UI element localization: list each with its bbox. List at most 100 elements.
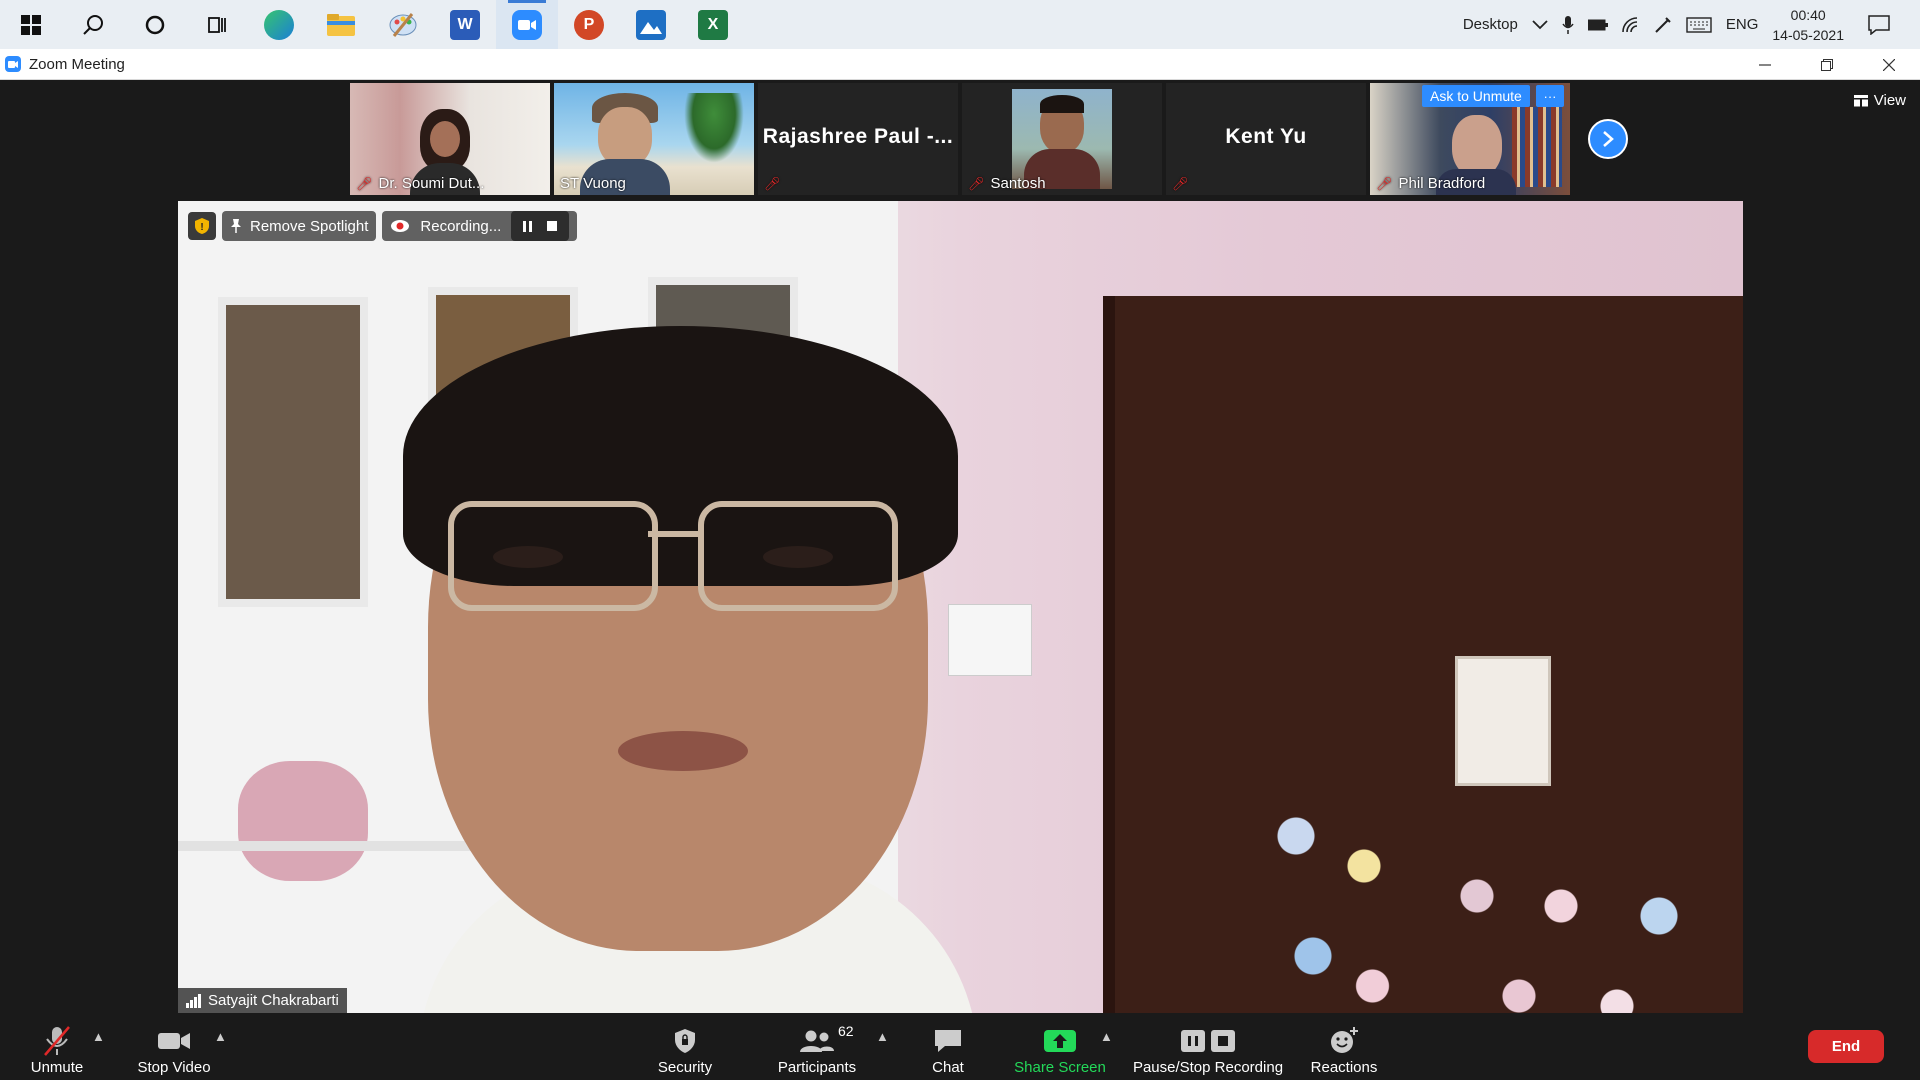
zoom-logo-icon xyxy=(5,56,21,72)
battery-icon[interactable] xyxy=(1587,19,1608,31)
active-speaker-video[interactable]: ! Remove Spotlight Recording... Satyajit… xyxy=(178,201,1743,1013)
svg-text:!: ! xyxy=(200,222,203,233)
clock-date: 14-05-2021 xyxy=(1772,26,1844,43)
system-tray: Desktop ENG 00:40 14-05-2021 xyxy=(1463,0,1920,49)
participant-tile[interactable]: 🎤︎ Santosh xyxy=(962,83,1162,195)
participants-count: 62 xyxy=(838,1023,854,1039)
security-shield-icon[interactable]: ! xyxy=(188,212,216,240)
mic-muted-icon: 🎤︎ xyxy=(968,175,985,191)
next-page-button[interactable] xyxy=(1588,119,1628,159)
zoom-icon[interactable] xyxy=(496,0,558,49)
language-indicator[interactable]: ENG xyxy=(1726,16,1759,33)
reactions-label: Reactions xyxy=(1310,1059,1378,1076)
video-overlay-controls: ! Remove Spotlight Recording... xyxy=(188,211,578,241)
chat-bubble-icon xyxy=(935,1030,961,1052)
participant-name-label: 🎤︎ Phil Bradford xyxy=(1376,175,1486,192)
participant-video xyxy=(1012,89,1112,189)
ask-to-unmute-button[interactable]: Ask to Unmute xyxy=(1422,85,1530,107)
stop-icon xyxy=(1211,1030,1235,1052)
stop-video-label: Stop Video xyxy=(137,1059,211,1076)
desktop-label[interactable]: Desktop xyxy=(1463,16,1518,33)
chevron-down-icon[interactable] xyxy=(1532,19,1548,30)
edge-icon[interactable] xyxy=(248,0,310,49)
participant-tile[interactable]: ST Vuong xyxy=(554,83,754,195)
restore-button[interactable] xyxy=(1796,49,1858,80)
unmute-button[interactable]: Unmute xyxy=(22,1013,92,1080)
stop-icon[interactable] xyxy=(547,221,558,231)
meeting-area: View 🎤︎ Dr. Soumi Dut... ST Vuong Rajash… xyxy=(0,80,1920,1013)
word-icon[interactable]: W xyxy=(434,0,496,49)
windows-taskbar: W P X Desktop ENG 00:40 14-05-2021 xyxy=(0,0,1920,49)
mic-muted-icon: 🎤︎ xyxy=(764,176,781,191)
search-icon[interactable] xyxy=(62,0,124,49)
recording-controls xyxy=(511,211,570,241)
cortana-icon[interactable] xyxy=(124,0,186,49)
more-options-button[interactable]: ··· xyxy=(1536,85,1564,107)
meeting-toolbar: Unmute ▲ Stop Video ▲ Security Participa… xyxy=(0,1013,1920,1080)
participant-name-label: 🎤︎ Dr. Soumi Dut... xyxy=(356,175,485,192)
window-title: Zoom Meeting xyxy=(29,55,125,73)
participant-tile[interactable]: Ask to Unmute ··· 🎤︎ Phil Bradford xyxy=(1370,83,1570,195)
pause-icon[interactable] xyxy=(523,220,533,232)
video-options-caret[interactable]: ▲ xyxy=(214,1029,227,1044)
participant-tile[interactable]: 🎤︎ Dr. Soumi Dut... xyxy=(350,83,550,195)
microphone-icon[interactable] xyxy=(1562,15,1574,34)
microphone-muted-icon xyxy=(44,1026,70,1056)
reactions-button[interactable]: Reactions xyxy=(1304,1013,1384,1080)
chat-button[interactable]: Chat xyxy=(918,1013,978,1080)
security-button[interactable]: Security xyxy=(650,1013,720,1080)
powerpoint-icon[interactable]: P xyxy=(558,0,620,49)
clock[interactable]: 00:40 14-05-2021 xyxy=(1772,5,1844,45)
participant-name-large: Rajashree Paul -... xyxy=(762,125,954,148)
smiley-icon xyxy=(1331,1027,1358,1053)
participant-tile[interactable]: Rajashree Paul -... 🎤︎ xyxy=(758,83,958,195)
unmute-label: Unmute xyxy=(30,1059,84,1076)
pause-stop-recording-button[interactable]: Pause/Stop Recording xyxy=(1128,1013,1288,1080)
end-meeting-button[interactable]: End xyxy=(1808,1030,1884,1063)
mic-muted-icon: 🎤︎ xyxy=(1172,176,1189,191)
close-button[interactable] xyxy=(1858,49,1920,80)
excel-icon[interactable]: X xyxy=(682,0,744,49)
window-controls xyxy=(1734,49,1920,80)
window-titlebar: Zoom Meeting xyxy=(0,49,1920,80)
mic-muted-icon: 🎤︎ xyxy=(1376,175,1393,191)
participant-strip: 🎤︎ Dr. Soumi Dut... ST Vuong Rajashree P… xyxy=(350,83,1570,195)
notifications-icon[interactable] xyxy=(1868,14,1890,35)
participant-name-label: ST Vuong xyxy=(560,175,626,192)
minimize-button[interactable] xyxy=(1734,49,1796,80)
share-screen-button[interactable]: Share Screen xyxy=(1012,1013,1108,1080)
recording-icon xyxy=(391,220,410,232)
clock-time: 00:40 xyxy=(1790,6,1826,23)
wifi-icon[interactable] xyxy=(1622,16,1640,33)
share-options-caret[interactable]: ▲ xyxy=(1100,1029,1113,1044)
photos-icon[interactable] xyxy=(620,0,682,49)
mic-muted-icon: 🎤︎ xyxy=(356,175,373,191)
folder-icon[interactable] xyxy=(310,0,372,49)
pause-stop-recording-label: Pause/Stop Recording xyxy=(1132,1059,1284,1076)
pin-icon xyxy=(231,219,241,233)
recording-indicator: Recording... xyxy=(382,211,578,241)
shield-icon xyxy=(675,1029,695,1053)
participant-tile[interactable]: Kent Yu 🎤︎ xyxy=(1166,83,1366,195)
remove-spotlight-button[interactable]: Remove Spotlight xyxy=(222,211,377,241)
pen-icon[interactable] xyxy=(1654,16,1672,34)
chevron-right-icon xyxy=(1603,131,1614,147)
windows-start-icon[interactable] xyxy=(0,0,62,49)
share-screen-icon xyxy=(1044,1030,1076,1052)
share-screen-label: Share Screen xyxy=(1014,1059,1106,1076)
audio-options-caret[interactable]: ▲ xyxy=(92,1029,105,1044)
participant-name-large: Kent Yu xyxy=(1225,125,1307,148)
keyboard-icon[interactable] xyxy=(1686,16,1712,33)
task-view-icon[interactable] xyxy=(186,0,248,49)
stop-video-button[interactable]: Stop Video xyxy=(132,1013,216,1080)
paint-icon[interactable] xyxy=(372,0,434,49)
view-button[interactable]: View xyxy=(1853,92,1906,109)
participants-label: Participants xyxy=(777,1059,857,1076)
participants-options-caret[interactable]: ▲ xyxy=(876,1029,889,1044)
signal-strength-icon xyxy=(186,993,201,1008)
video-camera-icon xyxy=(158,1033,190,1049)
security-label: Security xyxy=(657,1059,713,1076)
recording-label: Recording... xyxy=(420,217,502,235)
participants-icon xyxy=(800,1030,834,1052)
participant-name-label: 🎤︎ xyxy=(764,176,781,192)
